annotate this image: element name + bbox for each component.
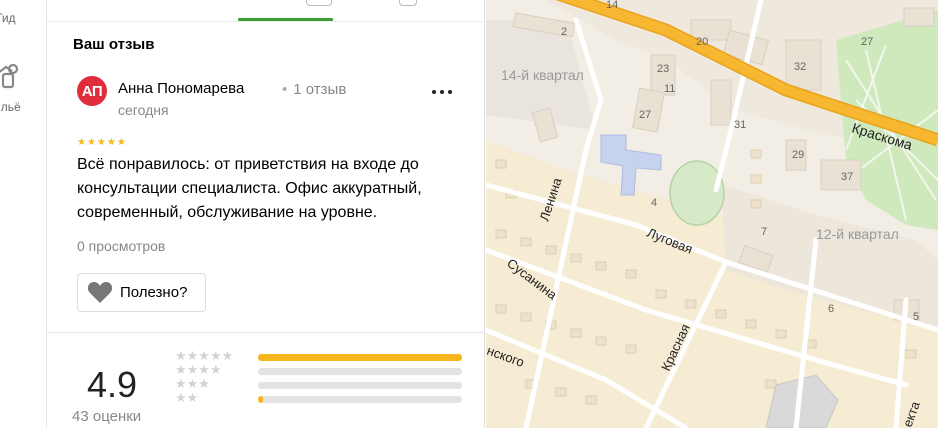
svg-text:4: 4 [651,197,657,209]
useful-button[interactable]: Полезно? [77,273,206,312]
tab-stub[interactable] [399,0,417,6]
author-name[interactable]: Анна Пономарева [118,80,244,97]
dot-icon [448,90,452,94]
more-options-button[interactable] [430,82,454,102]
distribution-row-stars: ★★★ [175,376,210,391]
map[interactable]: Краскома Ленина Луговая Сусанина Красная… [486,0,938,428]
district-label-14: 14-й квартал [501,67,584,83]
distribution-bar-fill [258,396,264,403]
tab-stub[interactable] [306,0,332,6]
avatar[interactable]: АП [77,76,107,106]
dot-icon [432,90,436,94]
stadium [669,160,725,226]
author-review-count-text: 1 отзыв [293,81,347,98]
svg-text:32: 32 [794,61,806,73]
author-review-count: • 1 отзыв [282,81,347,98]
tab-bar [47,0,484,22]
svg-text:29: 29 [792,149,804,161]
svg-text:11: 11 [664,83,675,95]
distribution-bar [258,368,462,375]
review-text: Всё понравилось: от приветствия на входе… [77,156,422,221]
distribution-bar [258,396,462,403]
svg-text:31: 31 [734,119,746,131]
housing-icon[interactable] [0,61,24,91]
svg-text:27: 27 [861,36,873,48]
heart-icon [87,282,113,303]
rail-item-housing-label[interactable]: ильё [0,100,21,114]
svg-text:14: 14 [606,0,618,11]
svg-text:23: 23 [657,63,669,75]
distribution-row-stars: ★★ [175,390,199,405]
map-canvas[interactable]: Краскома Ленина Луговая Сусанина Красная… [486,0,938,428]
svg-text:7: 7 [761,226,767,238]
svg-text:5: 5 [913,311,919,323]
active-tab-indicator [238,18,333,21]
svg-text:2: 2 [561,26,567,38]
dot-icon [440,90,444,94]
svg-text:6: 6 [828,303,834,315]
review-rating-stars: ★★★★★ [77,137,127,148]
rail-item-guide-label[interactable]: Гид [0,11,16,25]
district-label-12: 12-й квартал [816,226,899,242]
section-title: Ваш отзыв [73,36,155,53]
distribution-row-stars: ★★★★ [175,362,222,377]
distribution-row-stars: ★★★★★ [175,348,234,363]
svg-text:20: 20 [696,36,708,48]
review-date: сегодня [118,102,169,118]
distribution-bar [258,354,462,361]
useful-button-label: Полезно? [120,284,188,301]
svg-text:27: 27 [639,109,651,121]
place-panel: Ваш отзыв АП Анна Пономарева • 1 отзыв се… [47,0,485,428]
svg-text:37: 37 [841,171,853,183]
distribution-bar [258,382,462,389]
rating-count: 43 оценки [72,408,142,425]
distribution-bar-fill [258,354,462,361]
left-rail: Гид ильё [0,0,47,428]
views-count: 0 просмотров [77,238,166,254]
divider [47,332,484,333]
average-rating: 4.9 [87,364,138,405]
